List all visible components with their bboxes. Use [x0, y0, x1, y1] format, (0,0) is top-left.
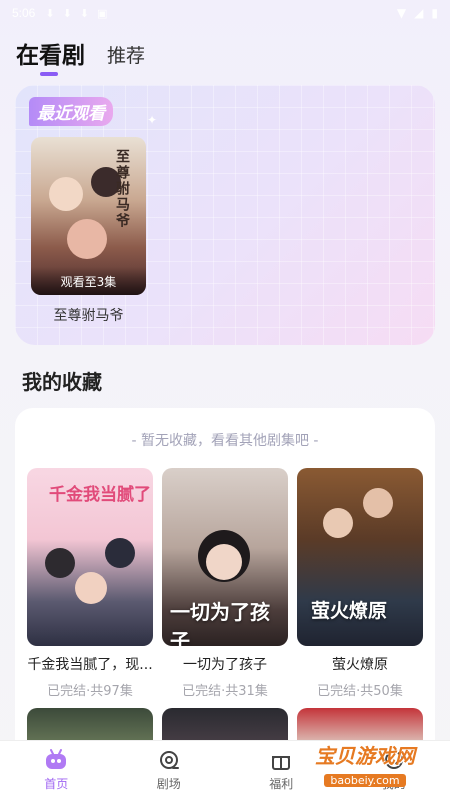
poster-figure: [363, 488, 393, 518]
theater-icon: [159, 751, 179, 769]
battery-icon: ▮: [431, 6, 438, 20]
nav-home-label: 首页: [44, 777, 69, 791]
nav-profile[interactable]: 我的: [338, 741, 450, 800]
tab-watching-label: 在看剧: [16, 43, 85, 69]
drama-episode-info: 已完结·共31集: [182, 684, 268, 699]
poster-figure: [206, 544, 242, 580]
nav-benefits[interactable]: 福利: [225, 741, 338, 800]
empty-favorites-tip: - 暂无收藏，看看其他剧集吧 -: [131, 433, 319, 449]
recent-drama-title[interactable]: 至尊驸马爷: [31, 305, 146, 325]
drama-episode-info: 已完结·共50集: [317, 684, 403, 699]
download-icon: ⬇: [62, 6, 72, 20]
favorites-heading: 我的收藏: [22, 370, 102, 394]
poster-figure: [67, 219, 107, 259]
nav-profile-label: 我的: [381, 777, 406, 791]
download-icon: ⬇: [45, 6, 55, 20]
wifi-icon: ▼: [396, 6, 407, 20]
poster-title: 至尊驸马爷: [114, 149, 130, 229]
status-bar: 5:06 ⬇ ⬇ ⬇ ▣ ▼ ◢ ▮: [0, 0, 450, 26]
poster-figure: [105, 538, 135, 568]
poster-figure: [49, 177, 83, 211]
nav-benefits-label: 福利: [269, 777, 294, 791]
recently-watched-card: 最近观看 ✦ 至尊驸马爷 观看至3集 至尊驸马爷: [15, 85, 435, 345]
recommended-drama-item[interactable]: 萤火燎原 萤火燎原 已完结·共50集: [297, 468, 423, 699]
drama-poster: 萤火燎原: [297, 468, 423, 646]
drama-title: 萤火燎原: [332, 657, 388, 673]
tab-watching[interactable]: 在看剧: [16, 36, 85, 76]
bottom-nav: 首页 剧场 福利 我的: [0, 740, 450, 800]
poster-title: 萤火燎原: [311, 600, 388, 622]
nav-home[interactable]: 首页: [0, 741, 113, 800]
download-icon: ⬇: [79, 6, 90, 20]
recently-watched-badge: 最近观看: [29, 97, 113, 126]
sparkle-icon: ✦: [147, 113, 158, 127]
recommended-drama-item[interactable]: 千金我当腻了 千金我当腻了，现... 已完结·共97集: [27, 468, 153, 699]
home-icon: [46, 749, 67, 769]
drama-poster: 千金我当腻了: [27, 468, 153, 646]
poster-title: 一切为了孩子: [170, 600, 270, 646]
recommended-drama-item[interactable]: 一切为了孩子 一切为了孩子 已完结·共31集: [162, 468, 288, 699]
tab-recommend-label: 推荐: [107, 45, 146, 67]
profile-icon: [384, 751, 403, 769]
signal-icon: ◢: [414, 6, 424, 20]
gift-icon: [272, 756, 291, 770]
recent-drama-poster[interactable]: 至尊驸马爷 观看至3集: [31, 137, 146, 295]
active-tab-indicator: [40, 72, 58, 76]
drama-title: 千金我当腻了，现...: [27, 657, 153, 673]
drama-episode-info: 已完结·共97集: [47, 684, 133, 699]
header-tabs: 在看剧 推荐: [16, 36, 145, 76]
tab-recommend[interactable]: 推荐: [107, 41, 145, 70]
poster-figure: [45, 548, 75, 578]
drama-poster: 一切为了孩子: [162, 468, 288, 646]
status-time: 5:06: [12, 6, 36, 20]
nav-theater[interactable]: 剧场: [113, 741, 226, 800]
drama-title: 一切为了孩子: [183, 657, 267, 673]
nav-theater-label: 剧场: [156, 777, 181, 791]
poster-title: 千金我当腻了: [49, 485, 151, 505]
notification-icon: ▣: [97, 6, 108, 20]
poster-figure: [323, 508, 353, 538]
watch-progress: 观看至3集: [31, 267, 146, 295]
favorites-card: - 暂无收藏，看看其他剧集吧 - 千金我当腻了 千金我当腻了，现... 已完结·…: [15, 408, 435, 748]
poster-figure: [75, 572, 107, 604]
